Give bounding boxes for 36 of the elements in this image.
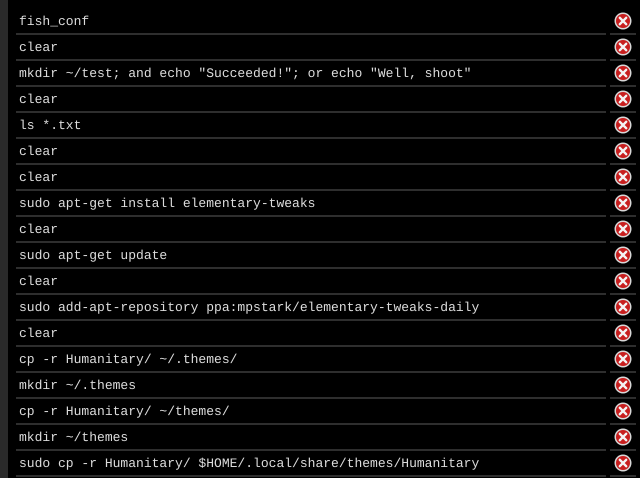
delete-icon[interactable] (614, 246, 632, 264)
command-text: clear (18, 170, 58, 184)
command-text: fish_conf (18, 14, 90, 28)
command-text: cp -r Humanitary/ ~/themes/ (18, 404, 230, 418)
command-text: cp -r Humanitary/ ~/.themes/ (18, 352, 238, 366)
delete-icon[interactable] (614, 324, 632, 342)
delete-icon[interactable] (614, 38, 632, 56)
command-text: mkdir ~/.themes (18, 378, 136, 392)
delete-icon[interactable] (614, 376, 632, 394)
delete-icon[interactable] (614, 90, 632, 108)
command-text: mkdir ~/test; and echo "Succeeded!"; or echo "Well, shoot" (18, 66, 472, 80)
command-text: clear (18, 92, 58, 106)
command-text: clear (18, 326, 58, 340)
delete-icon[interactable] (614, 298, 632, 316)
command-text: clear (18, 222, 58, 236)
command-text: sudo add-apt-repository ppa:mpstark/elementary-tweaks-daily (18, 300, 480, 314)
delete-icon[interactable] (614, 12, 632, 30)
command-text: ls *.txt (18, 118, 82, 132)
delete-icon[interactable] (614, 454, 632, 472)
command-text: mkdir ~/themes (18, 430, 128, 444)
delete-icon[interactable] (614, 402, 632, 420)
delete-icon[interactable] (614, 64, 632, 82)
command-text: sudo cp -r Humanitary/ $HOME/.local/share/themes/Humanitary (18, 456, 480, 470)
delete-icon[interactable] (614, 168, 632, 186)
command-text: sudo apt-get install elementary-tweaks (18, 196, 316, 210)
delete-icon[interactable] (614, 272, 632, 290)
delete-icon[interactable] (614, 142, 632, 160)
delete-icon[interactable] (614, 350, 632, 368)
command-text: sudo apt-get update (18, 248, 168, 262)
delete-icon[interactable] (614, 428, 632, 446)
command-text: clear (18, 40, 58, 54)
command-text: clear (18, 274, 58, 288)
command-text: clear (18, 144, 58, 158)
delete-icon[interactable] (614, 116, 632, 134)
delete-icon[interactable] (614, 194, 632, 212)
delete-icon[interactable] (614, 220, 632, 238)
